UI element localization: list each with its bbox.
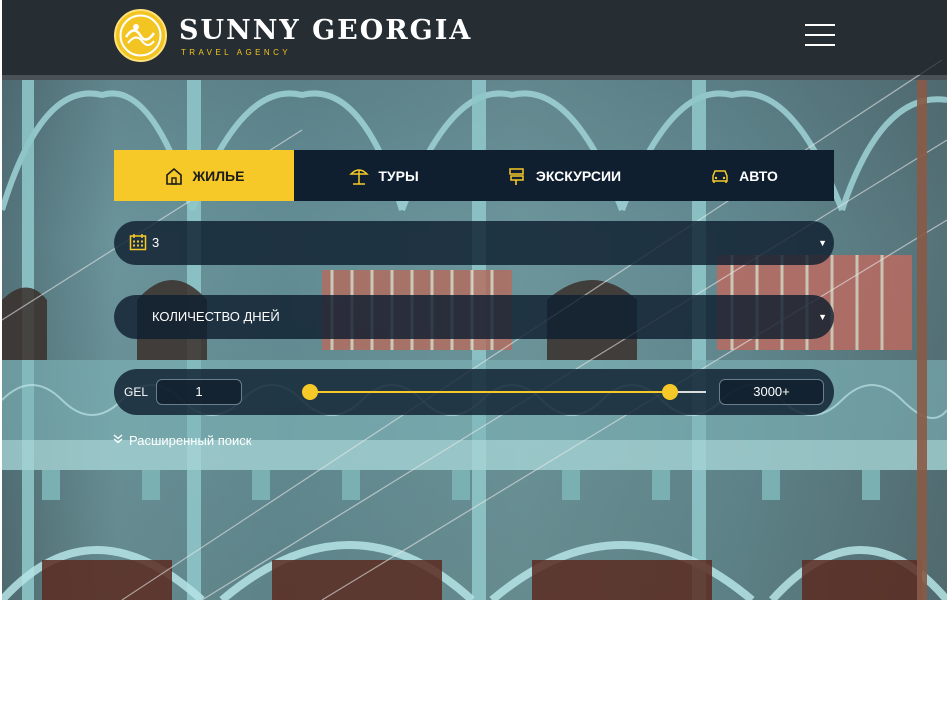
tab-housing-label: ЖИЛЬЕ	[192, 167, 245, 184]
dropdown-arrow-icon: ▼	[818, 238, 827, 248]
sun-emblem-icon	[114, 9, 167, 62]
days-select-value: КОЛИЧЕСТВО ДНЕЙ	[152, 309, 280, 324]
car-icon	[710, 166, 730, 186]
tab-housing[interactable]: ЖИЛЬЕ	[114, 150, 294, 201]
advanced-search-link[interactable]: Расширенный поиск	[113, 433, 251, 448]
calendar-icon	[129, 233, 147, 251]
brand-title: SUNNY GEORGIA	[179, 15, 473, 46]
tab-tours[interactable]: ТУРЫ	[294, 150, 474, 201]
price-slider-max-handle[interactable]	[662, 384, 679, 400]
currency-label: GEL	[124, 385, 149, 399]
beach-umbrella-icon	[349, 166, 370, 186]
price-range: GEL 1 3000+	[114, 369, 834, 415]
search-category-tabs: ЖИЛЬЕ ТУРЫ ЭКСКУРСИИ АВТО	[114, 150, 834, 201]
tab-excursions-label: ЭКСКУРСИИ	[535, 167, 622, 184]
guests-select-value: 3	[152, 235, 160, 250]
chevrons-down-icon	[113, 434, 123, 447]
price-min-input[interactable]: 1	[156, 379, 242, 405]
guests-select[interactable]: 3 ▼	[114, 221, 834, 265]
tab-auto[interactable]: АВТО	[654, 150, 834, 201]
days-select[interactable]: КОЛИЧЕСТВО ДНЕЙ ▼	[114, 295, 834, 339]
brand-logo[interactable]: SUNNY GEORGIA TRAVEL AGENCY	[114, 9, 470, 65]
signpost-icon	[507, 166, 527, 186]
price-max-input[interactable]: 3000+	[719, 379, 824, 405]
advanced-search-label: Расширенный поиск	[129, 433, 252, 448]
hamburger-menu-icon[interactable]	[805, 24, 835, 46]
tab-excursions[interactable]: ЭКСКУРСИИ	[474, 150, 654, 201]
house-icon	[164, 166, 184, 186]
tab-tours-label: ТУРЫ	[378, 167, 419, 184]
price-slider-fill	[310, 391, 671, 393]
price-slider-min-handle[interactable]	[302, 384, 318, 400]
brand-subtitle: TRAVEL AGENCY	[181, 48, 291, 57]
site-header: SUNNY GEORGIA TRAVEL AGENCY	[2, 0, 947, 75]
tab-auto-label: АВТО	[739, 167, 778, 184]
dropdown-arrow-icon: ▼	[818, 312, 827, 322]
